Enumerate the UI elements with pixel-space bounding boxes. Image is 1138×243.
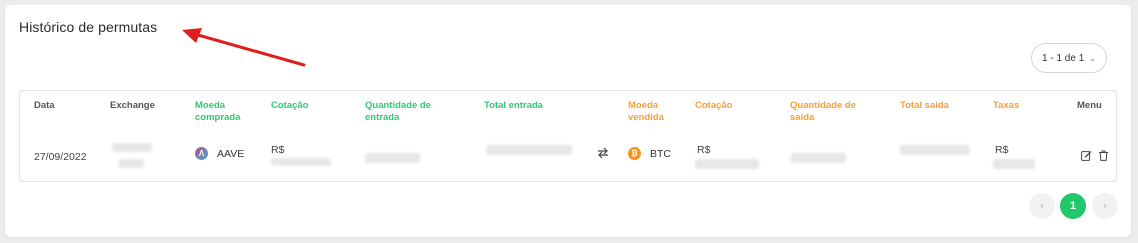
exchange-redacted-bottom <box>118 159 144 168</box>
coin-in: Λ AAVE <box>195 147 244 160</box>
header-total-entrada: Total entrada <box>484 100 543 111</box>
header-moeda-vendida: Moeda vendida <box>628 100 664 123</box>
header-quantidade-saida: Quantidade de saída <box>790 100 856 123</box>
aave-icon: Λ <box>195 147 208 160</box>
exchange-history-card: Histórico de permutas 1 - 1 de 1 ⌄ Data … <box>5 5 1131 237</box>
edit-icon[interactable] <box>1081 150 1092 161</box>
header-cotacao-in: Cotação <box>271 100 309 111</box>
row-date: 27/09/2022 <box>34 151 87 163</box>
range-label: 1 - 1 de 1 <box>1042 52 1085 64</box>
header-taxas: Taxas <box>993 100 1020 111</box>
chevron-down-icon: ⌄ <box>1089 53 1096 63</box>
swap-icon <box>598 147 608 159</box>
quantidade-saida-redacted <box>791 153 846 163</box>
exchange-redacted-top <box>112 143 152 152</box>
cotacao-out-prefix: R$ <box>697 144 711 156</box>
total-saida-redacted <box>900 145 970 155</box>
pagination-page-1[interactable]: 1 <box>1060 193 1086 219</box>
cotacao-out-redacted <box>695 159 759 169</box>
header-total-saida: Total saída <box>900 100 949 111</box>
trash-icon[interactable] <box>1098 150 1109 161</box>
exchange-table: Data Exchange Moeda comprada Cotação Qua… <box>19 90 1117 182</box>
header-quantidade-entrada: Quantidade de entrada <box>365 100 431 123</box>
cotacao-in-redacted <box>271 158 331 166</box>
bitcoin-icon: ₿ <box>628 147 641 160</box>
header-cotacao-out: Cotação <box>695 100 733 111</box>
header-exchange: Exchange <box>110 100 155 111</box>
pagination-range-select[interactable]: 1 - 1 de 1 ⌄ <box>1031 43 1107 73</box>
coin-out-label: BTC <box>650 147 671 160</box>
pagination-next-button[interactable]: › <box>1092 193 1118 219</box>
page-title: Histórico de permutas <box>19 19 158 35</box>
coin-in-label: AAVE <box>217 147 245 160</box>
total-entrada-redacted <box>486 145 572 155</box>
pagination-prev-button[interactable]: ‹ <box>1029 193 1055 219</box>
annotation-arrow-icon <box>182 28 306 67</box>
taxas-prefix: R$ <box>995 144 1009 156</box>
header-moeda-comprada: Moeda comprada <box>195 100 241 123</box>
quantidade-entrada-redacted <box>365 153 420 163</box>
coin-out: ₿ BTC <box>628 147 671 160</box>
cotacao-in-prefix: R$ <box>271 144 285 156</box>
header-data: Data <box>34 100 55 111</box>
header-menu: Menu <box>1077 100 1102 111</box>
taxas-redacted <box>993 159 1035 169</box>
